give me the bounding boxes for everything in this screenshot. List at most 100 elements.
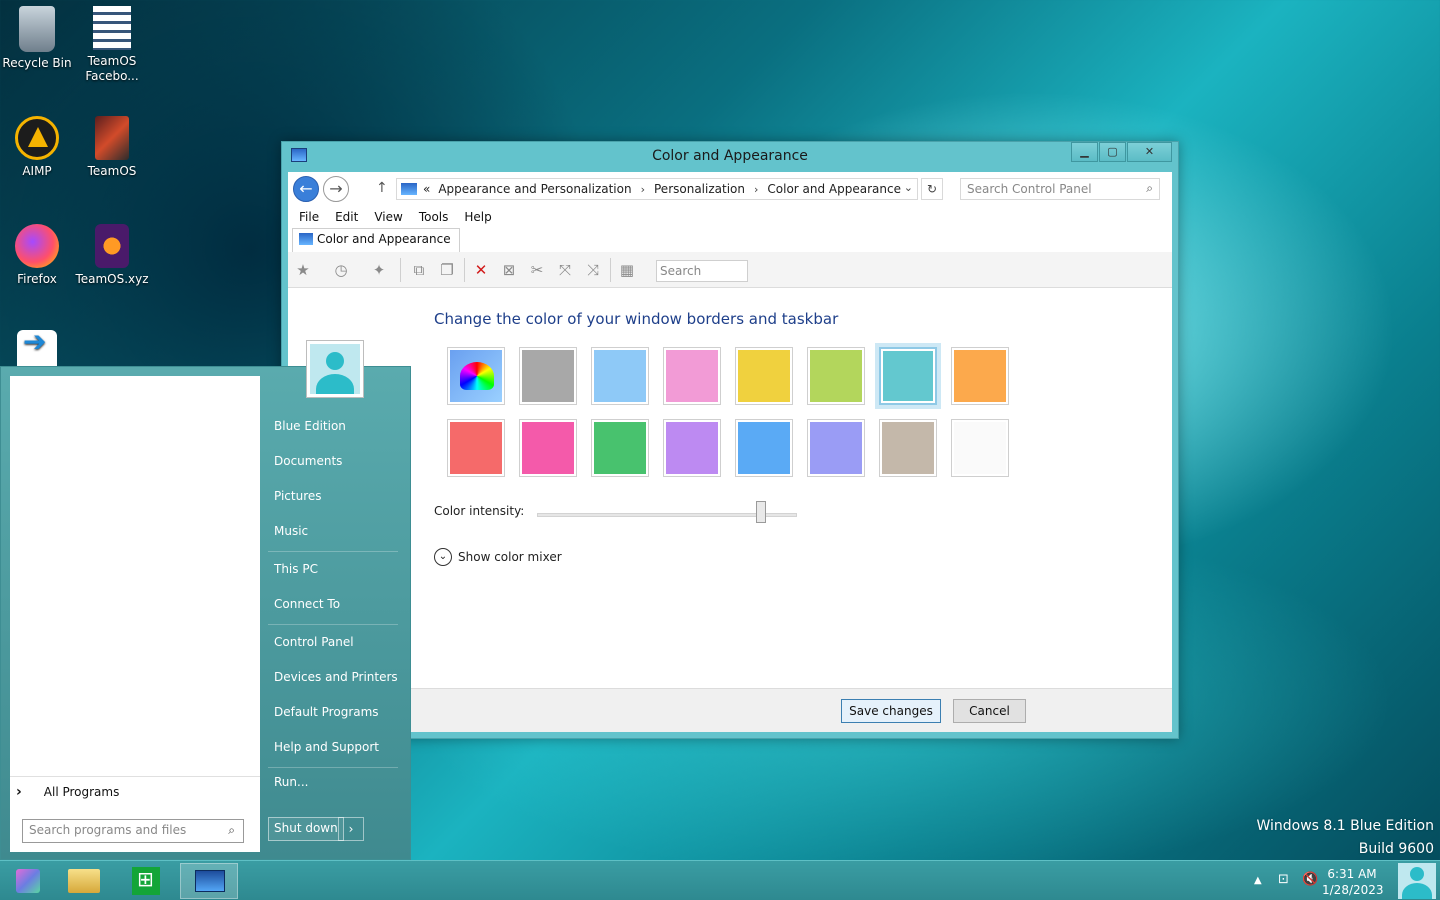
taskbar-clock[interactable]: 6:31 AM 1/28/2023 <box>1322 866 1384 898</box>
color-swatch[interactable] <box>735 419 793 477</box>
view-options-icon[interactable]: ▦ <box>616 260 638 280</box>
menu-help[interactable]: Help <box>464 210 491 224</box>
delete-window-icon[interactable]: ⊠ <box>498 260 520 280</box>
start-item-help-support[interactable]: Help and Support <box>274 740 379 754</box>
history-clock-icon[interactable]: ◷ <box>330 260 352 280</box>
desktop-icon-firefox[interactable]: Firefox <box>0 224 74 287</box>
start-item-this-pc[interactable]: This PC <box>274 562 318 576</box>
start-item-devices-printers[interactable]: Devices and Printers <box>274 670 398 684</box>
start-menu-programs-pane: › All Programs Search programs and files… <box>10 376 260 852</box>
start-item-default-programs[interactable]: Default Programs <box>274 705 379 719</box>
show-color-mixer-toggle[interactable]: ⌄ Show color mixer <box>434 548 562 566</box>
back-button[interactable]: ← <box>293 176 319 202</box>
start-item-control-panel[interactable]: Control Panel <box>274 635 354 649</box>
color-swatch[interactable] <box>951 419 1009 477</box>
control-panel-icon <box>299 233 313 245</box>
menu-file[interactable]: File <box>299 210 319 224</box>
swatch-fill <box>594 350 646 402</box>
tab-strip: Color and Appearance <box>288 228 1172 252</box>
show-hidden-icons-chevron-icon[interactable]: ▲ <box>1254 875 1262 886</box>
all-programs-label: All Programs <box>43 784 120 799</box>
shut-down-options-button[interactable]: › <box>338 817 364 841</box>
breadcrumb-color[interactable]: Color and Appearance <box>767 182 901 196</box>
puzzle-icon[interactable]: ✦ <box>368 260 390 280</box>
desktop-icon-recycle-bin[interactable]: Recycle Bin <box>0 6 74 71</box>
color-swatch[interactable] <box>447 419 505 477</box>
cancel-button[interactable]: Cancel <box>953 699 1026 723</box>
breadcrumb-appearance[interactable]: Appearance and Personalization <box>438 182 631 196</box>
close-button[interactable]: ✕ <box>1127 142 1172 162</box>
desktop-icon-teamos-xyz[interactable]: TeamOS.xyz <box>75 224 149 287</box>
breadcrumb-personalization[interactable]: Personalization <box>654 182 745 196</box>
start-search-input[interactable]: Search programs and files ⌕ <box>22 819 244 843</box>
taskbar-file-explorer[interactable] <box>56 863 114 899</box>
taskbar-control-panel[interactable] <box>180 863 238 899</box>
menu-view[interactable]: View <box>374 210 402 224</box>
color-swatch[interactable] <box>519 347 577 405</box>
pin-icon[interactable]: ⤧ <box>554 260 576 280</box>
up-button[interactable]: ↑ <box>376 180 388 196</box>
start-button[interactable] <box>8 863 48 899</box>
toolbar-search-input[interactable]: Search <box>656 260 748 282</box>
menu-edit[interactable]: Edit <box>335 210 358 224</box>
tab-color-appearance[interactable]: Color and Appearance <box>292 228 460 252</box>
color-swatch[interactable] <box>519 419 577 477</box>
search-placeholder: Search Control Panel <box>967 182 1092 196</box>
color-swatch[interactable] <box>807 347 865 405</box>
tools-icon[interactable]: ✂ <box>526 260 548 280</box>
search-control-panel-input[interactable]: Search Control Panel ⌕ <box>960 178 1160 200</box>
color-swatch[interactable] <box>663 347 721 405</box>
start-item-run[interactable]: Run... <box>274 775 308 789</box>
color-swatch[interactable] <box>591 347 649 405</box>
unpin-icon[interactable]: ⤨ <box>582 260 604 280</box>
shut-down-button[interactable]: Shut down <box>268 817 344 841</box>
save-changes-button[interactable]: Save changes <box>841 699 941 723</box>
start-menu: › All Programs Search programs and files… <box>0 366 411 860</box>
desktop-icon-teamos-facebook[interactable]: TeamOS Facebo... <box>75 6 149 84</box>
color-swatch[interactable] <box>875 343 941 409</box>
forward-button[interactable]: → <box>323 176 349 202</box>
desktop-icon-teamos[interactable]: TeamOS <box>75 116 149 179</box>
delete-icon[interactable]: ✕ <box>470 260 492 280</box>
menu-tools[interactable]: Tools <box>419 210 449 224</box>
start-item-music[interactable]: Music <box>274 524 308 538</box>
color-swatch[interactable] <box>879 419 937 477</box>
address-bar[interactable]: « Appearance and Personalization › Perso… <box>396 178 918 200</box>
document-list-icon <box>93 6 131 50</box>
start-item-blue-edition[interactable]: Blue Edition <box>274 419 346 433</box>
color-palette-swatch[interactable] <box>447 347 505 405</box>
desktop-icon-label: Firefox <box>17 272 57 286</box>
user-icon[interactable] <box>1398 863 1436 899</box>
color-swatch[interactable] <box>591 419 649 477</box>
desktop-icon-aimp[interactable]: AIMP <box>0 116 74 179</box>
window-client: ← → ↑ « Appearance and Personalization ›… <box>288 172 1172 732</box>
window-titlebar[interactable]: Color and Appearance ▁ ▢ ✕ <box>282 142 1178 172</box>
start-item-connect-to[interactable]: Connect To <box>274 597 340 611</box>
user-avatar[interactable] <box>306 340 364 398</box>
color-swatch[interactable] <box>663 419 721 477</box>
toolbar: ★ ◷ ✦ ⧉ ❐ ✕ ⊠ ✂ ⤧ ⤨ ▦ Search <box>288 252 1172 288</box>
volume-muted-icon[interactable]: 🔇 <box>1302 872 1318 887</box>
chevron-down-icon[interactable]: ⌄ <box>904 181 913 194</box>
taskbar-store[interactable] <box>122 863 172 899</box>
color-swatch[interactable] <box>951 347 1009 405</box>
maximize-button[interactable]: ▢ <box>1099 142 1126 162</box>
start-item-documents[interactable]: Documents <box>274 454 342 468</box>
new-window-icon[interactable]: ⧉ <box>408 260 430 280</box>
color-swatch[interactable] <box>807 419 865 477</box>
minimize-button[interactable]: ▁ <box>1071 142 1098 162</box>
color-intensity-thumb[interactable] <box>755 501 766 523</box>
all-programs-button[interactable]: › All Programs <box>10 776 260 806</box>
start-search-placeholder: Search programs and files <box>29 823 187 837</box>
network-icon[interactable]: ⊡ <box>1278 872 1289 887</box>
watermark-edition: Windows 8.1 Blue Edition <box>1256 818 1434 834</box>
menu-bar: File Edit View Tools Help <box>288 206 1172 228</box>
start-item-pictures[interactable]: Pictures <box>274 489 322 503</box>
firefox-shortcut-icon <box>95 224 129 268</box>
desktop-icon-label: TeamOS Facebo... <box>85 54 139 83</box>
cascade-windows-icon[interactable]: ❐ <box>436 260 458 280</box>
refresh-button[interactable]: ↻ <box>921 178 943 200</box>
swatch-fill <box>450 422 502 474</box>
color-swatch[interactable] <box>735 347 793 405</box>
favorites-star-icon[interactable]: ★ <box>292 260 314 280</box>
